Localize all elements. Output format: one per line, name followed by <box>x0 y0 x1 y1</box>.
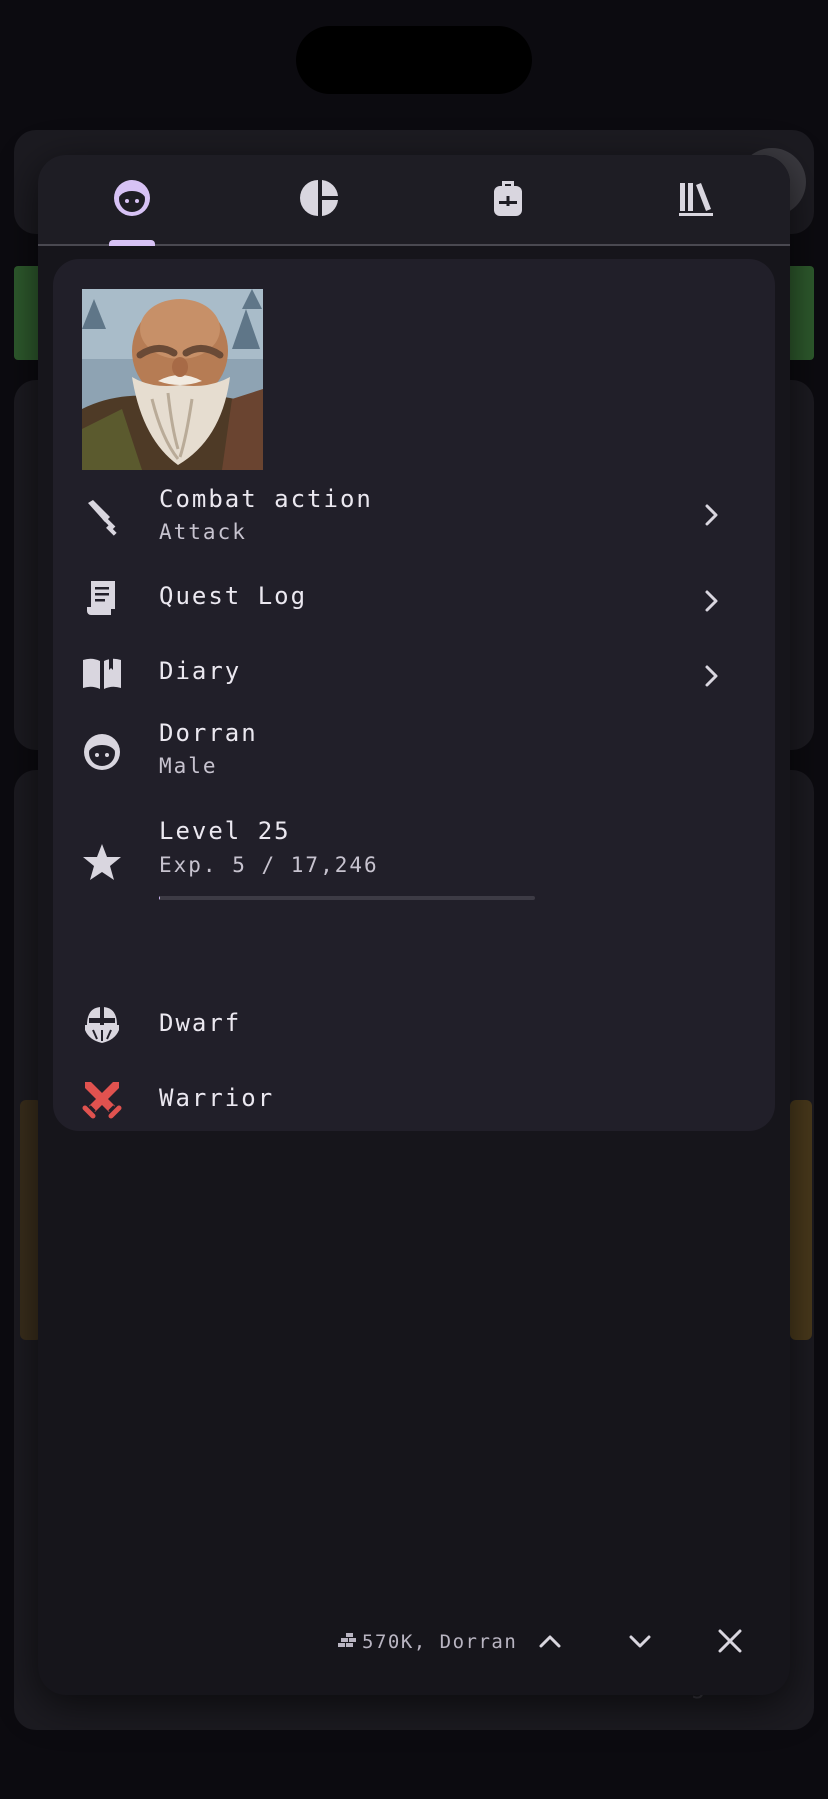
race-row: Dwarf <box>53 999 775 1049</box>
scroll-down-button[interactable] <box>620 1623 660 1663</box>
character-panel: Combat action Attack Quest Log Diary Dor… <box>53 259 775 1131</box>
backpack-icon <box>487 177 529 223</box>
tab-library[interactable] <box>602 155 790 244</box>
scroll-icon <box>81 577 123 619</box>
crossed-swords-icon <box>81 1078 123 1120</box>
scroll-up-button[interactable] <box>530 1623 570 1663</box>
gold-indicator: 570K, Dorran <box>338 1631 517 1653</box>
close-icon <box>714 1625 746 1661</box>
dynamic-island <box>296 26 532 94</box>
tab-character[interactable] <box>38 155 226 246</box>
combat-action-value: Attack <box>159 520 247 544</box>
gold-label: 570K, Dorran <box>362 1631 518 1653</box>
identity-row: Dorran Male <box>53 719 775 789</box>
level-row: Level 25 Exp. 5 / 17,246 <box>53 817 775 917</box>
level-title: Level 25 <box>159 817 291 845</box>
class-title: Warrior <box>159 1084 275 1112</box>
race-title: Dwarf <box>159 1009 242 1037</box>
character-gender: Male <box>159 754 218 778</box>
chevron-right-icon <box>698 662 726 690</box>
combat-action-title: Combat action <box>159 485 373 513</box>
star-icon <box>81 841 123 883</box>
chevron-up-icon <box>534 1625 566 1661</box>
chevron-right-icon <box>698 587 726 615</box>
face-icon <box>111 177 153 223</box>
library-icon <box>675 177 717 223</box>
quest-log-row[interactable]: Quest Log <box>53 572 775 632</box>
chevron-right-icon <box>698 501 726 529</box>
dwarf-portrait <box>82 289 263 470</box>
tab-bar <box>38 155 790 246</box>
experience-text: Exp. 5 / 17,246 <box>159 853 379 877</box>
diary-title: Diary <box>159 657 242 685</box>
dialog-footer: 570K, Dorran <box>38 1615 790 1675</box>
experience-progress-bar <box>159 896 535 900</box>
dwarf-helmet-icon <box>81 1003 123 1045</box>
active-tab-indicator <box>109 240 155 246</box>
tab-inventory[interactable] <box>414 155 602 244</box>
gold-bars-icon <box>338 1631 362 1653</box>
chevron-down-icon <box>624 1625 656 1661</box>
class-row: Warrior <box>53 1074 775 1124</box>
combat-action-row[interactable]: Combat action Attack <box>53 485 775 555</box>
face-icon <box>81 731 123 773</box>
open-book-icon <box>81 652 123 694</box>
pie-chart-icon <box>299 177 341 223</box>
quest-log-title: Quest Log <box>159 582 308 610</box>
character-name: Dorran <box>159 719 258 747</box>
sword-icon <box>81 495 123 537</box>
bg-strip <box>790 1100 812 1340</box>
close-button[interactable] <box>710 1623 750 1663</box>
character-dialog: Combat action Attack Quest Log Diary Dor… <box>38 155 790 1695</box>
diary-row[interactable]: Diary <box>53 647 775 707</box>
tab-stats[interactable] <box>226 155 414 244</box>
